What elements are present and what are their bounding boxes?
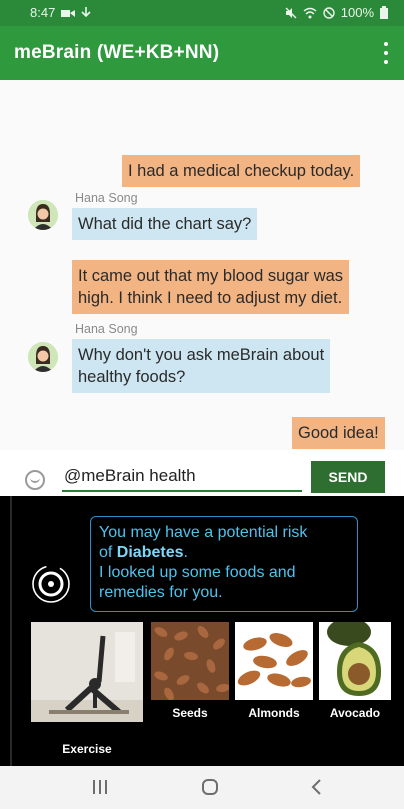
video-call-icon — [61, 9, 76, 17]
message-text: Good idea! — [298, 424, 379, 442]
message-text-line: healthy foods? — [78, 368, 186, 386]
message-text-line: Why don't you ask meBrain about — [78, 346, 325, 364]
almonds-image — [235, 622, 313, 700]
response-suffix: . — [183, 544, 188, 561]
tile-label: Exercise — [62, 742, 112, 756]
status-right: 100% — [285, 5, 388, 20]
person-avatar-icon — [28, 200, 58, 230]
emoji-icon[interactable] — [25, 470, 45, 490]
page-title: meBrain (WE+KB+NN) — [14, 42, 220, 63]
tile-label: Almonds — [248, 706, 300, 720]
send-button[interactable]: SEND — [311, 461, 385, 493]
recommendation-tile-avocado[interactable]: Avocado — [319, 618, 391, 720]
tile-label: Avocado — [329, 706, 381, 720]
mebrain-response: You may have a potential risk of Diabete… — [90, 516, 358, 612]
sender-name: Hana Song — [75, 322, 138, 336]
back-icon[interactable] — [310, 778, 324, 796]
diagnosis-term: Diabetes — [116, 544, 184, 561]
response-line: remedies for you. — [99, 584, 223, 601]
app-bar: meBrain (WE+KB+NN) — [0, 26, 404, 80]
exercise-image — [31, 622, 143, 722]
panel-divider — [10, 496, 12, 766]
incoming-message: What did the chart say? — [72, 208, 258, 240]
recommendation-tile-almonds[interactable]: Almonds — [235, 622, 313, 720]
recents-icon[interactable] — [92, 778, 108, 796]
recommendation-tile-seeds[interactable]: Seeds — [151, 622, 230, 720]
status-left: 8:47 — [30, 5, 91, 20]
home-icon[interactable] — [201, 778, 219, 796]
mebrain-logo-icon — [32, 565, 70, 603]
chat-area[interactable]: I had a medical checkup today. Hana Song… — [0, 80, 404, 450]
message-text-line: It came out that my blood sugar was — [78, 267, 344, 285]
avatar[interactable] — [28, 200, 58, 230]
outgoing-message: Good idea! — [292, 417, 385, 449]
system-nav-bar — [0, 766, 404, 809]
tile-label: Seeds — [172, 706, 208, 720]
outgoing-message: I had a medical checkup today. — [122, 155, 361, 187]
person-avatar-icon — [28, 342, 58, 372]
avocado-image — [319, 618, 391, 700]
sender-name: Hana Song — [75, 191, 138, 205]
avatar[interactable] — [28, 342, 58, 372]
response-line: You may have a potential risk — [99, 524, 308, 541]
download-icon — [81, 6, 91, 17]
wifi-icon — [303, 7, 317, 18]
message-text-line: high. I think I need to adjust my diet. — [78, 289, 343, 307]
status-bar: 8:47 100% — [0, 0, 404, 26]
seeds-image — [151, 622, 230, 701]
overflow-menu-icon[interactable] — [382, 42, 390, 64]
mute-icon — [285, 7, 297, 18]
status-time: 8:47 — [30, 5, 56, 20]
outgoing-message: It came out that my blood sugar was high… — [72, 260, 350, 314]
message-input[interactable] — [62, 462, 302, 492]
response-prefix: of — [99, 544, 117, 561]
mebrain-panel: You may have a potential risk of Diabete… — [0, 496, 404, 766]
message-text: I had a medical checkup today. — [128, 162, 355, 180]
battery-percent: 100% — [340, 5, 374, 20]
incoming-message: Why don't you ask meBrain about healthy … — [72, 339, 331, 393]
dnd-icon — [323, 6, 335, 19]
response-line: of Diabetes. — [99, 543, 349, 563]
battery-icon — [380, 6, 388, 19]
response-line: I looked up some foods and — [99, 564, 296, 581]
message-text: What did the chart say? — [78, 215, 252, 233]
compose-bar: SEND — [0, 450, 404, 496]
recommendation-tile-exercise[interactable]: Exercise — [31, 622, 143, 756]
